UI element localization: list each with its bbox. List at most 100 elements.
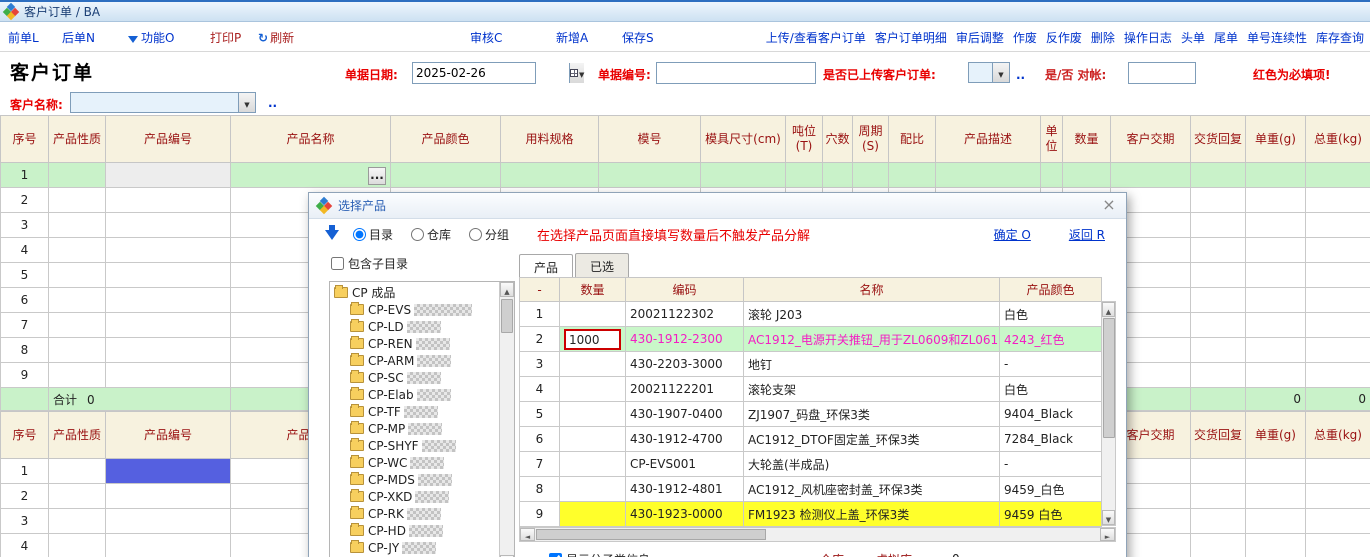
qty-input[interactable]: [564, 304, 621, 325]
back-button[interactable]: 返回 R: [1069, 226, 1105, 243]
tree-item[interactable]: CP-RK: [350, 505, 498, 522]
qty-input[interactable]: 1000: [564, 329, 621, 350]
qty-cell[interactable]: [560, 502, 626, 527]
product-row[interactable]: 2 1000 430-1912-2300 AC1912_电源开关推钮_用于ZL0…: [520, 327, 1102, 352]
cell-product-code[interactable]: [106, 484, 231, 509]
close-icon[interactable]: [1100, 197, 1118, 215]
cell-product-code[interactable]: [106, 534, 231, 557]
order-row[interactable]: 1 ...: [1, 163, 1370, 188]
toolbar-link[interactable]: 审后调整: [956, 29, 1004, 46]
toolbar-link[interactable]: 删除: [1091, 29, 1115, 46]
scroll-down-button[interactable]: [1102, 510, 1115, 525]
uploaded-more-button[interactable]: ..: [1016, 68, 1025, 82]
product-row[interactable]: 8 430-1912-4801 AC1912_风机座密封盖_环保3类 9459_…: [520, 477, 1102, 502]
reconcile-field[interactable]: [1128, 62, 1196, 84]
tree-item[interactable]: CP-WC: [350, 454, 498, 471]
scroll-left-button[interactable]: [520, 528, 535, 541]
qty-cell[interactable]: [560, 302, 626, 327]
product-row[interactable]: 5 430-1907-0400 ZJ1907_码盘_环保3类 9404_Blac…: [520, 402, 1102, 427]
qty-cell[interactable]: [560, 452, 626, 477]
product-row[interactable]: 3 430-2203-3000 地钉 -: [520, 352, 1102, 377]
catalog-radio[interactable]: [353, 228, 366, 241]
scroll-thumb[interactable]: [501, 299, 513, 333]
tab-selected[interactable]: 已选: [575, 253, 629, 279]
cell-product-code[interactable]: [106, 509, 231, 534]
tree-item[interactable]: CP-MP: [350, 420, 498, 437]
tree-item[interactable]: CP-TF: [350, 403, 498, 420]
toolbar-link[interactable]: 头单: [1181, 29, 1205, 46]
tree-item[interactable]: CP-Elab: [350, 386, 498, 403]
tree-item[interactable]: CP-MDS: [350, 471, 498, 488]
toolbar-link[interactable]: 操作日志: [1124, 29, 1172, 46]
cell-product-code[interactable]: [106, 459, 231, 484]
qty-input[interactable]: [564, 354, 621, 375]
show-subclass-info-checkbox[interactable]: [549, 553, 562, 557]
customer-combo-button[interactable]: [238, 93, 255, 112]
product-row[interactable]: 1 20021122302 滚轮 J203 白色: [520, 302, 1102, 327]
product-row[interactable]: 4 20021122201 滚轮支架 白色: [520, 377, 1102, 402]
grid-horizontal-scrollbar[interactable]: [519, 527, 1116, 542]
scroll-right-button[interactable]: [1100, 528, 1115, 541]
tree-item[interactable]: CP-LD: [350, 318, 498, 335]
toolbar-link[interactable]: 客户订单明细: [875, 29, 947, 46]
grid-vertical-scrollbar[interactable]: [1101, 301, 1116, 526]
tree-item[interactable]: CP-ARM: [350, 352, 498, 369]
qty-cell[interactable]: [560, 377, 626, 402]
qty-cell[interactable]: 1000: [560, 327, 626, 352]
product-row[interactable]: 9 430-1923-0000 FM1923 检测仪上盖_环保3类 9459 白…: [520, 502, 1102, 527]
tree-item[interactable]: CP-SHYF: [350, 437, 498, 454]
qty-input[interactable]: [564, 454, 621, 475]
qty-input[interactable]: [564, 379, 621, 400]
refresh-button[interactable]: 刷新: [258, 29, 294, 46]
product-row[interactable]: 7 CP-EVS001 大轮盖(半成品) -: [520, 452, 1102, 477]
warehouse-radio[interactable]: [411, 228, 424, 241]
include-subdir-row: 包含子目录: [331, 255, 408, 272]
product-picker-button[interactable]: ...: [368, 167, 386, 185]
scroll-thumb[interactable]: [536, 529, 766, 540]
scroll-up-button[interactable]: [500, 282, 514, 297]
qty-cell[interactable]: [560, 477, 626, 502]
scroll-up-button[interactable]: [1102, 302, 1115, 317]
date-field[interactable]: [412, 62, 536, 84]
save-button[interactable]: 保存S: [622, 29, 654, 46]
toolbar-link[interactable]: 单号连续性: [1247, 29, 1307, 46]
tree-scrollbar[interactable]: [499, 282, 514, 557]
uploaded-combo-button[interactable]: [992, 63, 1009, 82]
audit-button[interactable]: 审核C: [470, 29, 502, 46]
qty-cell[interactable]: [560, 427, 626, 452]
toolbar-link[interactable]: 库存查询: [1316, 29, 1364, 46]
date-input[interactable]: [413, 63, 569, 83]
tree-item[interactable]: CP-XKD: [350, 488, 498, 505]
include-subdir-checkbox[interactable]: [331, 257, 344, 270]
qty-input[interactable]: [564, 429, 621, 450]
tree-item[interactable]: CP-EVS: [350, 301, 498, 318]
group-radio[interactable]: [469, 228, 482, 241]
tree-item[interactable]: CP-HD: [350, 522, 498, 539]
toolbar-link[interactable]: 尾单: [1214, 29, 1238, 46]
qty-input[interactable]: [564, 479, 621, 500]
scroll-thumb[interactable]: [1103, 318, 1115, 438]
print-button[interactable]: 打印P: [210, 29, 241, 46]
uploaded-combo[interactable]: [968, 62, 1010, 83]
order-no-field[interactable]: [656, 62, 816, 84]
toolbar-link[interactable]: 反作废: [1046, 29, 1082, 46]
tree-item[interactable]: CP 成品: [334, 284, 498, 301]
confirm-button[interactable]: 确定 O: [994, 226, 1031, 243]
order-no-input[interactable]: [657, 63, 815, 83]
tree-item[interactable]: CP-REN: [350, 335, 498, 352]
toolbar-link[interactable]: 作废: [1013, 29, 1037, 46]
prev-order-button[interactable]: 前单L: [8, 29, 39, 46]
toolbar-link[interactable]: 上传/查看客户订单: [766, 29, 866, 46]
next-order-button[interactable]: 后单N: [62, 29, 95, 46]
qty-input[interactable]: [564, 504, 621, 525]
add-button[interactable]: 新增A: [556, 29, 588, 46]
customer-more-button[interactable]: ..: [268, 96, 277, 110]
qty-cell[interactable]: [560, 402, 626, 427]
function-button[interactable]: 功能O: [128, 29, 174, 46]
product-row[interactable]: 6 430-1912-4700 AC1912_DTOF固定盖_环保3类 7284…: [520, 427, 1102, 452]
tree-item[interactable]: CP-SC: [350, 369, 498, 386]
customer-combo[interactable]: [70, 92, 256, 113]
qty-input[interactable]: [564, 404, 621, 425]
qty-cell[interactable]: [560, 352, 626, 377]
date-dropdown-button[interactable]: [569, 63, 584, 83]
